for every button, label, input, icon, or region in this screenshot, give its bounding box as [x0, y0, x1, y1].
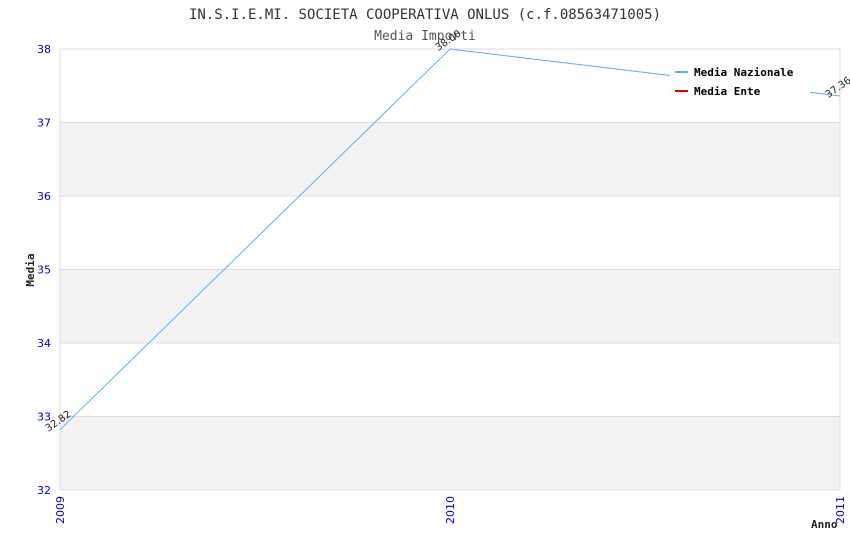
grid-band	[60, 416, 840, 490]
x-tick-label: 2010	[444, 496, 457, 524]
line-chart: IN.S.I.E.MI. SOCIETA COOPERATIVA ONLUS (…	[24, 7, 850, 531]
y-tick-label: 34	[37, 337, 51, 350]
x-axis-ticks: 2009 2010 2011	[54, 496, 847, 524]
grid-band	[60, 343, 840, 417]
x-axis-label: Anno	[811, 518, 838, 531]
grid-band	[60, 196, 840, 270]
legend-entry-label: Media Nazionale	[694, 66, 794, 79]
chart-title: IN.S.I.E.MI. SOCIETA COOPERATIVA ONLUS (…	[189, 7, 661, 23]
legend-entry-label: Media Ente	[694, 85, 761, 98]
grid-band	[60, 122, 840, 196]
grid-band	[60, 269, 840, 343]
y-tick-label: 38	[37, 43, 51, 56]
legend: Media Nazionale Media Ente	[670, 60, 810, 102]
y-tick-label: 35	[37, 264, 51, 277]
y-tick-label: 36	[37, 190, 51, 203]
y-tick-label: 37	[37, 117, 51, 130]
y-axis-label: Media	[24, 253, 37, 286]
y-tick-label: 32	[37, 484, 51, 497]
x-tick-label: 2009	[54, 496, 67, 524]
